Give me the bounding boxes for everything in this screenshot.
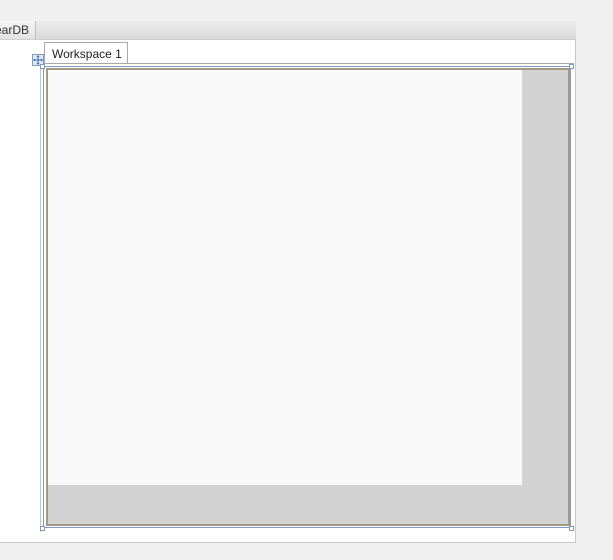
resize-handle-top-right[interactable] — [569, 64, 574, 69]
window-title-tab[interactable]: earDB — [0, 21, 36, 40]
resize-handle-top-left[interactable] — [40, 64, 45, 69]
tab-strip-border — [44, 63, 574, 64]
tab-workspace-1-label: Workspace 1 — [52, 47, 122, 61]
title-bar — [0, 21, 576, 40]
tab-workspace-1[interactable]: Workspace 1 — [44, 42, 128, 64]
resize-handle-bottom-right[interactable] — [569, 526, 574, 531]
screen-root: earDB Workspace 1 — [0, 0, 613, 560]
left-pane-divider[interactable] — [40, 64, 41, 532]
resize-handle-bottom-left[interactable] — [40, 526, 45, 531]
workspace-canvas[interactable] — [48, 70, 522, 485]
window-title-text: earDB — [0, 23, 29, 37]
